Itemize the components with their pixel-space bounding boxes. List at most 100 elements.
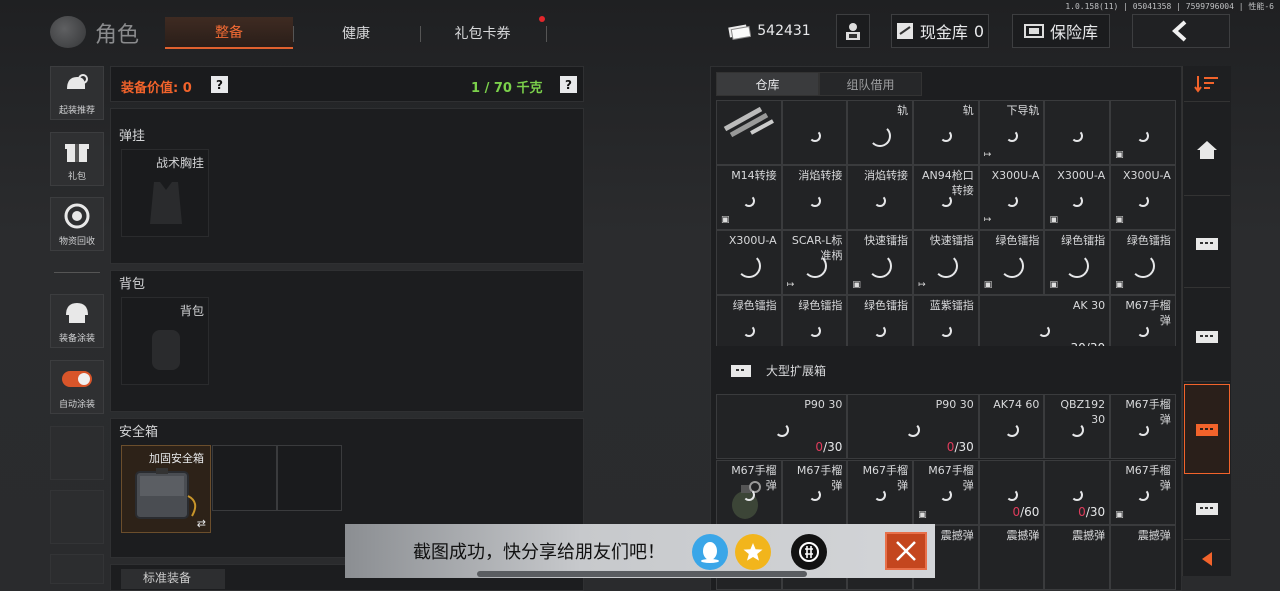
- gift-button[interactable]: 礼包: [50, 132, 104, 186]
- qq-share-icon[interactable]: [692, 534, 728, 570]
- loading-spinner-icon: [1136, 423, 1149, 436]
- inventory-item[interactable]: 消焰转接: [781, 165, 848, 230]
- inventory-item[interactable]: 0/60: [978, 459, 1045, 525]
- expansion-box-header[interactable]: 大型扩展箱: [716, 355, 1176, 385]
- item-name: X300U-A: [728, 234, 777, 247]
- inventory-item[interactable]: AK 30 30/30: [978, 295, 1111, 346]
- inventory-item[interactable]: AN94枪口转接: [913, 165, 979, 230]
- loading-spinner-icon: [742, 324, 755, 337]
- storage-box-3-button-active[interactable]: [1184, 384, 1230, 474]
- agent-button[interactable]: [836, 14, 870, 48]
- inventory-item[interactable]: M67手榴弹: [716, 459, 782, 525]
- weight-capacity: 1 / 70 千克: [471, 81, 543, 96]
- app-share-icon[interactable]: [791, 534, 827, 570]
- bottom-section-label[interactable]: 标准装备: [121, 569, 225, 589]
- inventory-item[interactable]: SCAR-L标准柄 ↦: [781, 230, 848, 295]
- inventory-item[interactable]: P90 30 0/30: [716, 394, 848, 459]
- inventory-item[interactable]: X300U-A ▣: [1110, 165, 1176, 230]
- inventory-item[interactable]: 0/30: [1044, 459, 1111, 525]
- storage-box-2-button[interactable]: [1184, 290, 1230, 382]
- inventory-item[interactable]: 快速镭指 ▣: [847, 230, 914, 295]
- toggle-icon[interactable]: [62, 364, 92, 394]
- recycle-button[interactable]: 物资回收: [50, 197, 104, 251]
- safe-case-icon: [135, 468, 197, 519]
- safe-box-grid-cell[interactable]: [277, 445, 342, 511]
- tab-team-borrow[interactable]: 组队借用: [819, 72, 922, 96]
- inventory-item[interactable]: [1044, 100, 1111, 165]
- inventory-item[interactable]: 绿色镭指 ▣: [978, 230, 1045, 295]
- loading-spinner-icon: [1136, 324, 1149, 337]
- chest-rig-slot[interactable]: 战术胸挂: [121, 149, 209, 237]
- safe-box-button[interactable]: 保险库: [1012, 14, 1110, 48]
- loading-spinner-icon: [736, 253, 761, 278]
- inventory-item[interactable]: M67手榴弹 ▣: [1110, 459, 1176, 525]
- home-storage-button[interactable]: [1184, 104, 1230, 196]
- safe-box-slot[interactable]: 加固安全箱 ⇄: [121, 445, 211, 533]
- inventory-item[interactable]: 绿色镭指 ▣: [1044, 230, 1111, 295]
- tab-warehouse[interactable]: 仓库: [716, 72, 819, 96]
- notification-dot: [539, 16, 545, 22]
- inventory-item[interactable]: 绿色镭指 ▣: [716, 295, 782, 346]
- auto-paint-button[interactable]: 自动涂装: [50, 360, 104, 414]
- cash-storage-button[interactable]: 现金库 0: [891, 14, 989, 48]
- storage-box-4-button[interactable]: [1184, 476, 1230, 540]
- inventory-item[interactable]: M67手榴弹: [1110, 295, 1176, 346]
- backpack-slot-label: 背包: [179, 304, 204, 318]
- inventory-item[interactable]: P90 30 0/30: [847, 394, 979, 459]
- item-name: X300U-A: [1057, 169, 1106, 182]
- close-toast-button[interactable]: [885, 532, 927, 570]
- inventory-item[interactable]: ▣: [1110, 100, 1176, 165]
- weight-help-icon[interactable]: ?: [560, 76, 577, 93]
- item-name: 绿色镭指: [864, 299, 909, 312]
- inventory-item[interactable]: 震撼弹: [1044, 525, 1111, 591]
- back-button[interactable]: [1132, 14, 1230, 48]
- inventory-item[interactable]: 下导轨 ↦: [978, 100, 1045, 165]
- inventory-item[interactable]: QBZ192 30: [1044, 394, 1111, 459]
- value-help-icon[interactable]: ?: [211, 76, 228, 93]
- inventory-item[interactable]: 消焰转接: [847, 165, 914, 230]
- sort-button[interactable]: [1184, 66, 1230, 102]
- swap-icon[interactable]: ⇄: [197, 517, 206, 530]
- inventory-item[interactable]: X300U-A ▣: [1044, 165, 1111, 230]
- backpack-slot[interactable]: 背包: [121, 297, 209, 385]
- inventory-item[interactable]: 震撼弹: [1110, 525, 1176, 591]
- inventory-item[interactable]: 绿色镭指 ▣: [1110, 230, 1176, 295]
- inventory-item[interactable]: 绿色镭指 ▣: [781, 295, 848, 346]
- inventory-item[interactable]: 震撼弹: [978, 525, 1045, 591]
- loading-spinner-icon: [999, 253, 1024, 278]
- box-tag-icon: ▣: [1115, 214, 1124, 225]
- tab-gift-coupons[interactable]: 礼包卡券: [425, 17, 540, 49]
- equipment-paint-button[interactable]: 装备涂装: [50, 294, 104, 348]
- inventory-item[interactable]: M67手榴弹: [1110, 394, 1176, 459]
- inventory-item[interactable]: M14转接 ▣: [716, 165, 782, 230]
- inventory-item[interactable]: [716, 100, 782, 165]
- inventory-item[interactable]: AK74 60: [978, 394, 1045, 459]
- inventory-item[interactable]: X300U-A ↦: [978, 165, 1045, 230]
- inventory-item[interactable]: M67手榴弹: [781, 459, 848, 525]
- inventory-item[interactable]: 快速镭指 ↦: [913, 230, 979, 295]
- inventory-item[interactable]: 绿色镭指: [847, 295, 914, 346]
- tab-health[interactable]: 健康: [300, 17, 412, 49]
- collapse-sidebar-button[interactable]: [1184, 542, 1230, 576]
- inventory-item[interactable]: 轨: [913, 100, 979, 165]
- inventory-item[interactable]: 蓝紫镭指: [913, 295, 979, 346]
- horizontal-scrollbar[interactable]: [477, 571, 807, 577]
- agent-id-icon: [846, 23, 860, 40]
- storage-box-1-button[interactable]: [1184, 198, 1230, 288]
- rail-parts-icon: [723, 106, 774, 138]
- qzone-share-icon[interactable]: [735, 534, 771, 570]
- loadout-recommend-button[interactable]: 起装推荐: [50, 66, 104, 120]
- box-tag-icon: ▣: [1049, 214, 1058, 225]
- safe-box-grid-cell[interactable]: [212, 445, 277, 511]
- inventory-item[interactable]: X300U-A: [716, 230, 782, 295]
- box-tag-icon: ▣: [983, 279, 993, 290]
- item-name: 快速镭指: [864, 234, 909, 247]
- inventory-item[interactable]: 轨: [847, 100, 914, 165]
- inventory-item[interactable]: M67手榴弹 ▣: [913, 459, 979, 525]
- inventory-item[interactable]: [781, 100, 848, 165]
- item-name: 消焰转接: [864, 169, 909, 182]
- item-name: P90 30: [935, 398, 974, 411]
- ammo-count: 0/30: [946, 439, 974, 454]
- inventory-item[interactable]: M67手榴弹: [847, 459, 914, 525]
- tab-loadout[interactable]: 整备: [165, 17, 293, 49]
